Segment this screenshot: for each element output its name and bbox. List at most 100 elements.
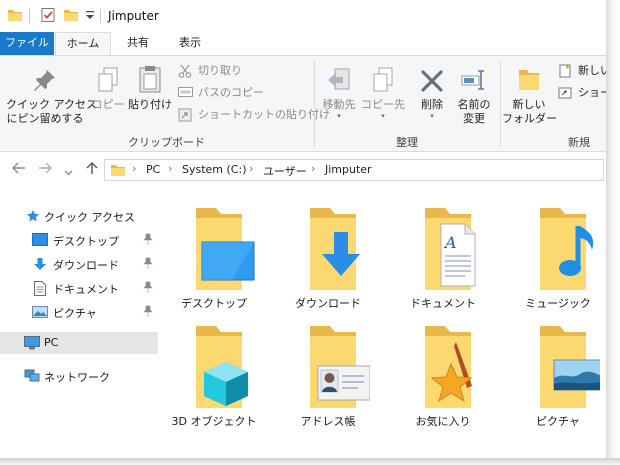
back-arrow-icon[interactable] [12,162,26,178]
pin-icon[interactable] [143,257,153,272]
folder-view: デスクトップ ダウンロード A ドキュメント ミュージック 3D オブジェクト … [158,188,606,458]
nav-item-label: ドキュメント [53,283,119,296]
move-to-dropdown-icon: ▾ [337,112,341,120]
breadcrumb-chevron-icon: › [311,162,316,175]
move-to-icon [318,60,360,96]
copy-path-label: パスのコピー [198,86,264,99]
folder-tile-favorites[interactable]: お気に入り [391,316,495,428]
folder-label: ダウンロード [295,297,361,310]
copy-label: コピー [91,98,125,111]
folder-label: ピクチャ [536,415,580,428]
recent-locations-chevron-icon[interactable] [64,165,73,180]
title-bar: Jimputer [0,0,606,32]
ribbon-tabs: ファイル ホーム 共有 表示 [0,32,606,55]
nav-item-downloads[interactable]: ダウンロード [0,253,158,275]
tab-share[interactable]: 共有 [116,32,160,55]
delete-icon [414,60,450,96]
clipboard-group-label: クリップボード [128,136,205,149]
nav-quick-access-label: クイック アクセス [44,211,135,224]
delete-dropdown-icon: ▾ [430,112,434,120]
folder-tile-pictures[interactable]: ピクチャ [506,316,606,428]
folder-tile-documents[interactable]: A ドキュメント [391,198,495,310]
new-group-label: 新規 [568,136,590,149]
cut-label: 切り取り [198,64,242,77]
copy-icon [90,60,126,96]
desktop-icon [32,233,48,249]
nav-quick-access[interactable]: クイック アクセス [0,205,158,227]
copy-to-button[interactable]: コピー先 ▾ [360,60,406,120]
paste-shortcut-icon [178,108,192,128]
network-icon [24,369,40,386]
tab-view[interactable]: 表示 [168,32,212,55]
nav-item-label: デスクトップ [53,235,119,248]
download-arrow-icon [33,257,47,274]
copy-path-icon [178,86,193,104]
customize-quick-access-icon[interactable] [85,9,95,24]
ribbon-home: クイック アクセス にピン留めする コピー 貼り付け 切り取り パスのコピー シ… [0,55,606,152]
organize-group-label: 整理 [396,136,418,149]
copy-to-dropdown-icon: ▾ [381,112,385,120]
new-folder-button[interactable]: 新しい フォルダー [502,60,557,126]
folder-tile-contacts[interactable]: アドレス帳 [276,316,380,428]
copy-to-icon [360,60,406,96]
move-to-button[interactable]: 移動先 ▾ [318,60,360,120]
paste-shortcut-label: ショートカットの貼り付け [198,108,330,121]
nav-item-label: ダウンロード [53,259,119,272]
pin-to-quick-access-button[interactable]: クイック アクセス にピン留めする [6,60,97,126]
breadcrumb-system-c[interactable]: System (C:) [182,163,247,176]
new-folder-quick-icon[interactable] [63,7,79,26]
breadcrumb-jimputer[interactable]: Jimputer [325,163,372,176]
forward-arrow-icon[interactable] [38,162,52,178]
nav-pc[interactable]: PC [0,332,158,354]
new-item-label: 新しいア [578,64,606,77]
folder-label: 3D オブジェクト [171,415,257,428]
pin-icon[interactable] [143,233,153,248]
copy-button[interactable]: コピー [90,60,126,112]
address-folder-icon [110,163,126,180]
breadcrumb-chevron-icon: › [132,162,137,175]
new-item-icon [558,64,572,84]
nav-network[interactable]: ネットワーク [0,365,158,387]
delete-button[interactable]: 削除 ▾ [414,60,450,120]
nav-item-desktop[interactable]: デスクトップ [0,229,158,251]
pin-icon[interactable] [143,305,153,320]
folder-icon [7,7,23,26]
tab-home[interactable]: ホーム [55,32,111,55]
favorites-folder-icon [405,326,485,413]
picture-icon [32,306,48,321]
breadcrumb-users[interactable]: ユーザー [263,163,307,179]
computer-icon [24,336,40,353]
new-folder-label-1: 新しい [512,98,546,111]
tab-file[interactable]: ファイル [0,32,54,55]
paste-button[interactable]: 貼り付け [128,60,172,112]
pin-icon [6,60,84,96]
window-shadow-bottom [0,458,620,465]
folder-tile-music[interactable]: ミュージック [506,198,606,310]
document-icon [34,281,46,299]
folder-label: お気に入り [415,415,471,428]
breadcrumb-chevron-icon: › [168,162,173,175]
pictures-folder-icon [520,326,603,413]
paste-icon [128,60,172,96]
window-title: Jimputer [108,9,159,23]
breadcrumb-pc[interactable]: PC [146,163,160,176]
nav-network-label: ネットワーク [44,371,110,384]
rename-button[interactable]: 名前の 変更 [452,60,496,126]
nav-item-documents[interactable]: ドキュメント [0,277,158,299]
new-folder-icon [502,60,556,96]
window-shadow-right [606,0,620,465]
folder-tile-desktop[interactable]: デスクトップ [162,198,266,310]
3d-objects-folder-icon [176,326,256,413]
pin-icon[interactable] [143,281,153,296]
properties-icon[interactable] [40,7,56,26]
nav-item-label: ピクチャ [53,307,97,320]
address-bar[interactable]: › PC › System (C:) › ユーザー › Jimputer [104,159,604,181]
rename-icon [452,60,496,96]
folder-tile-3d-objects[interactable]: 3D オブジェクト [162,316,266,428]
rename-label-2: 変更 [463,112,485,125]
downloads-folder-icon [290,208,370,295]
nav-item-pictures[interactable]: ピクチャ [0,301,158,323]
svg-text:A: A [443,233,457,252]
folder-tile-downloads[interactable]: ダウンロード [276,198,380,310]
up-arrow-icon[interactable] [86,162,98,179]
